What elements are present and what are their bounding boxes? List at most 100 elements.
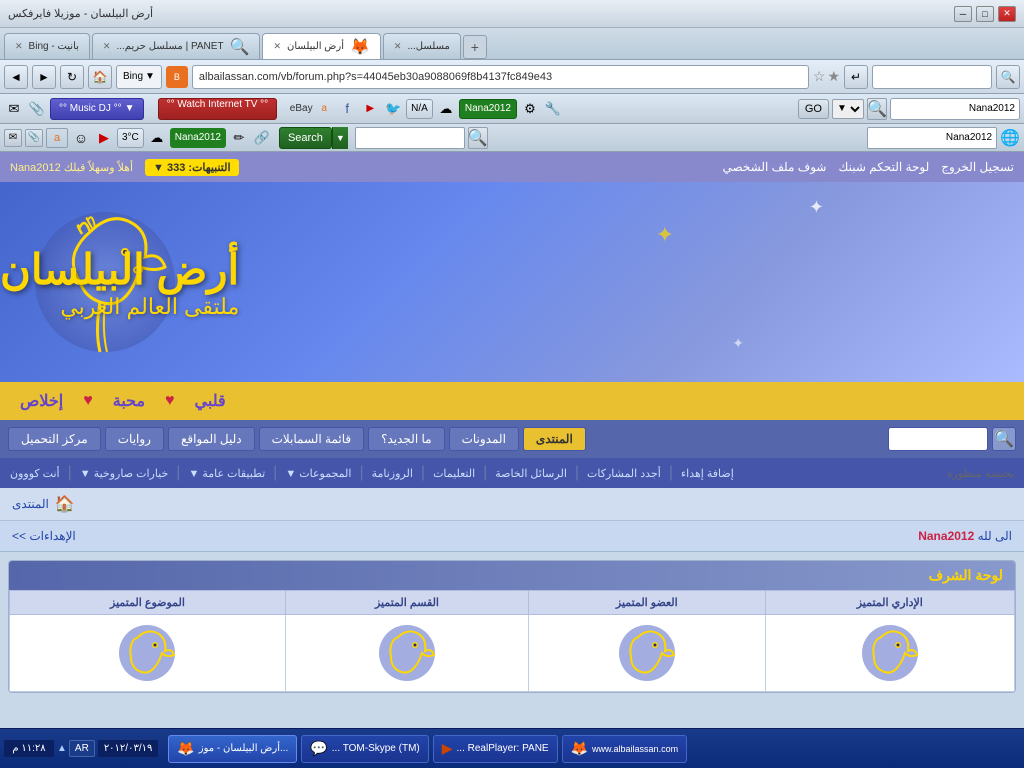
nana-label-2: Nana2012 [175,132,221,143]
home-icon[interactable]: 🏠 [55,494,75,514]
youtube-icon-2[interactable]: ▶ [94,128,114,148]
breadcrumb-forum-link[interactable]: المنتدى [12,497,49,511]
taskbar-btn-site[interactable]: 🦊 www.albailassan.com [562,735,687,763]
smiley-icon[interactable]: ☺ [71,128,91,148]
search-engine-badge[interactable]: Bing ▼ [116,65,162,89]
search-dropdown-btn[interactable]: ▼ [332,127,348,149]
search-submit-button[interactable]: 🔍 [996,65,1020,89]
search-dropdown-select[interactable]: ▼ [832,99,864,119]
nav-mahaba[interactable]: محبة [113,391,145,411]
maximize-button[interactable]: □ [976,6,994,22]
taskbar-btn-skype[interactable]: 💬 ... TOM-Skype (TM) [301,735,428,763]
blue-nav-search-button[interactable]: 🔍 [992,427,1016,451]
nav-downloads[interactable]: مركز التحميل [8,427,101,451]
sub-nav-groups[interactable]: المجموعات ▼ [285,467,351,480]
ebay-icon[interactable]: eBay [291,99,311,119]
tab-4[interactable]: مسلسل... ✕ [383,33,461,59]
right-search-input-2[interactable] [867,127,997,149]
sub-nav-rocket[interactable]: خيارات صاروخية ▼ [80,467,169,480]
control-panel-link[interactable]: لوحة التحكم شبنك [839,160,930,174]
tab-4-close[interactable]: ✕ [394,41,402,52]
nav-whats-new[interactable]: ما الجديد؟ [368,427,444,451]
toolbar3-icon-1[interactable]: ✉ [4,129,22,147]
tab-2[interactable]: 🔍 PANET | مسلسل حريم... ✕ [92,33,261,59]
back-button[interactable]: ◄ [4,65,28,89]
nav-novels[interactable]: روايات [105,427,164,451]
cloud2-icon[interactable]: ☁ [147,128,167,148]
bing-dropdown-icon[interactable]: ▼ [145,71,155,82]
nav-blogs[interactable]: المدونات [449,427,519,451]
go-button[interactable]: ↵ [844,65,868,89]
nav-qalbi[interactable]: قلبي [195,391,226,411]
bookmark-star2-icon[interactable]: ★ [827,68,840,85]
home-button[interactable]: 🏠 [88,65,112,89]
sub-nav-cool[interactable]: أنت كووون [10,467,60,480]
tools-icon[interactable]: 🔧 [543,99,563,119]
settings-icon[interactable]: ⚙ [520,99,540,119]
sub-nav-add-dedication[interactable]: إضافة إهداء [681,467,734,480]
nav-forum[interactable]: المنتدى [523,427,586,451]
tab-1[interactable]: بانيت - Bing ✕ [4,33,90,59]
amazon-icon[interactable]: a [314,99,334,119]
blue-nav-search-input[interactable] [888,427,988,451]
honor-member-cell [529,615,766,692]
sub-nav-private-msg[interactable]: الرسائل الخاصة [495,467,567,480]
music-dj-button[interactable]: °° Music DJ °° ▼ [50,98,144,120]
youtube-icon[interactable]: ▶ [360,99,380,119]
tab-1-close[interactable]: ✕ [15,41,23,52]
taskbar-date: ٢٠١٢/٠٣/١٩ [98,740,159,757]
refresh-button[interactable]: ↻ [60,65,84,89]
twitter-icon[interactable]: 🐦 [383,99,403,119]
cloud-icon[interactable]: ☁ [436,99,456,119]
search-icon-btn[interactable]: B [166,66,188,88]
search-button[interactable]: Search [279,127,332,149]
sub-nav-apps[interactable]: تطبيقات عامة ▼ [188,467,265,480]
taskbar-btn-realplayer-label: ... RealPlayer: PANE [457,743,549,754]
profile-link[interactable]: شوف ملف الشخصي [722,160,826,174]
tab-3[interactable]: 🦊 أرض البيلسان ✕ [262,33,380,59]
search-bar-input[interactable] [355,127,465,149]
sub-nav-instructions[interactable]: التعليمات [433,467,475,480]
ded-user-link[interactable]: Nana2012 [918,529,974,543]
notifications-badge[interactable]: التنبيهات: 333 ▼ [145,159,239,176]
tab-3-close[interactable]: ✕ [273,41,281,52]
ded-title: الإهداءات >> [12,529,76,543]
language-indicator[interactable]: AR [69,740,95,757]
toolbar3-icon-2[interactable]: 📎 [25,129,43,147]
bookmark-star-icon[interactable]: ☆ [813,68,826,85]
ded-to-link[interactable]: الى لله Nana2012 [918,529,1012,543]
sub-nav-not-visible: بحبشة منظورة [947,467,1014,480]
close-button[interactable]: ✕ [998,6,1016,22]
nav-sites[interactable]: دليل المواقع [168,427,255,451]
logout-link[interactable]: تسجيل الخروج [941,160,1014,174]
nav-ikhlas[interactable]: إخلاص [20,391,63,411]
tab-bar: بانيت - Bing ✕ 🔍 PANET | مسلسل حريم... ✕… [0,28,1024,60]
globe-icon[interactable]: 🌐 [1000,128,1020,148]
edit-icon[interactable]: ✏ [229,128,249,148]
horse-small-3 [377,623,437,683]
search-magnifier[interactable]: 🔍 [468,127,488,149]
site-header-banner: أرض البيلسان ملتقى العالم العربي ✦ ✦ ✦ [0,182,1024,382]
watch-tv-button[interactable]: °° Watch Internet TV °° [158,98,278,120]
clip-icon[interactable]: 📎 [27,99,47,119]
sub-nav-new-posts[interactable]: أجدد المشاركات [587,467,661,480]
right-search-input-1[interactable] [890,98,1020,120]
magnifier-button[interactable]: 🔍 [867,98,887,120]
tab-2-close[interactable]: ✕ [103,41,111,52]
music-dj-dropdown-icon: ▼ [125,103,135,114]
taskbar-btn-firefox[interactable]: 🦊 أرض البيلسان - موز... [168,735,297,763]
new-tab-button[interactable]: + [463,35,487,59]
nav-members[interactable]: قائمة السمابلات [259,427,365,451]
mail-icon[interactable]: ✉ [4,99,24,119]
link-icon[interactable]: 🔗 [252,128,272,148]
sub-nav-calendar[interactable]: الروزنامة [372,467,413,480]
minimize-button[interactable]: ─ [954,6,972,22]
taskbar-btn-realplayer[interactable]: ▶ ... RealPlayer: PANE [433,735,558,763]
go-button-2[interactable]: GO [798,99,829,119]
forward-button[interactable]: ► [32,65,56,89]
address-input[interactable]: albailassan.com/vb/forum.php?s=44045eb30… [192,65,809,89]
browser-search-input[interactable] [872,65,992,89]
amazon-icon-2[interactable]: a [46,128,68,148]
honor-table: الإداري المتميز العضو المتميز القسم المت… [9,590,1015,692]
facebook-icon[interactable]: f [337,99,357,119]
